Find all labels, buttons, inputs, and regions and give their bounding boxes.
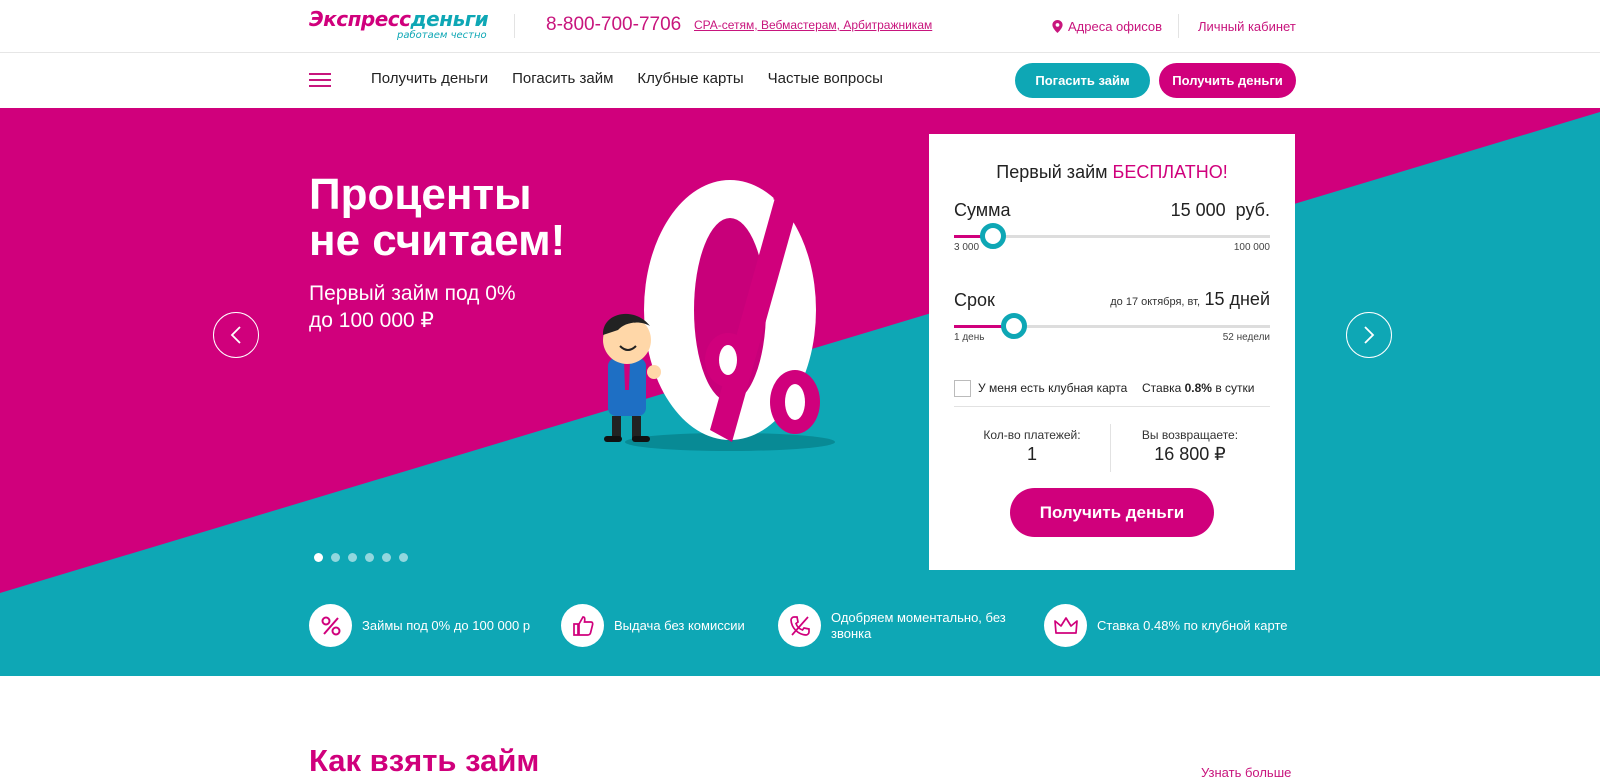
slider-dot[interactable] [331,553,340,562]
logo-part1: Экспресс [309,7,411,31]
top-bar: Экспрессденьги работаем честно 8-800-700… [0,0,1600,53]
offices-link-label: Адреса офисов [1068,19,1163,34]
term-slider[interactable] [954,313,1270,339]
divider [954,406,1270,407]
feature-item: Ставка 0.48% по клубной карте [1044,604,1287,647]
slider-dot[interactable] [365,553,374,562]
amount-min-label: 3 000 [954,242,980,253]
slider-dot[interactable] [382,553,391,562]
slider-next-arrow-icon[interactable] [1346,312,1392,358]
repay-loan-button[interactable]: Погасить займ [1015,63,1150,98]
feature-text: Займы под 0% до 100 000 р [362,617,531,633]
slider-prev-arrow-icon[interactable] [213,312,259,358]
thumbs-up-icon [561,604,604,647]
term-value-display: до 17 октября, вт, 15 дней [1110,289,1270,310]
divider [1178,14,1179,38]
hero-subtitle-line1: Первый займ под 0% [309,282,516,305]
offices-link[interactable]: Адреса офисов [1052,19,1162,34]
nav-menu: Получить деньги Погасить займ Клубные ка… [371,70,883,87]
zero-percent-illustration [602,180,835,451]
rate-prefix: Ставка [1142,381,1182,395]
slider-dot[interactable] [348,553,357,562]
phone-crossed-icon [778,604,821,647]
rate-info: Ставка 0.8% в сутки [1142,381,1254,395]
amount-slider-handle[interactable] [980,223,1007,249]
slider-dot[interactable] [399,553,408,562]
rate-value: 0.8% [1184,381,1212,395]
slider-dots [314,553,408,562]
nav-item-club-cards[interactable]: Клубные карты [637,70,743,87]
amount-unit: руб. [1235,200,1270,220]
payments-value: 1 [1026,444,1037,464]
hero-subtitle-line2: до 100 000 ₽ [309,309,434,332]
page: Экспрессденьги работаем честно 8-800-700… [0,0,1600,780]
slider-dot[interactable] [314,553,323,562]
cpa-partners-link[interactable]: CPA-сетям, Вебмастерам, Арбитражникам [694,18,932,32]
features-strip: Займы под 0% до 100 000 р Выдача без ком… [0,590,1600,676]
crown-icon [1044,604,1087,647]
hero-subtitle: Первый займ под 0% до 100 000 ₽ [309,280,516,334]
hero-title-line2: не считаем! [309,216,566,265]
club-card-checkbox[interactable] [954,380,971,397]
calculator-title-prefix: Первый займ [996,162,1108,182]
hamburger-menu-icon[interactable] [309,73,331,88]
return-value: 16 800 ₽ [1154,444,1226,464]
term-slider-handle[interactable] [1001,313,1028,339]
logo-part2: деньги [410,7,489,31]
feature-text: Ставка 0.48% по клубной карте [1097,617,1288,633]
logo-tagline: работаем честно [397,30,487,41]
nav-item-repay-loan[interactable]: Погасить займ [512,70,613,87]
term-max-label: 52 недели [1222,332,1270,343]
feature-item: Одобряем моментально, без звонка [778,604,1018,647]
club-card-label: У меня есть клубная карта [978,381,1128,395]
amount-slider[interactable] [954,223,1270,249]
return-label: Вы возвращаете: [1141,428,1239,442]
phone-number[interactable]: 8-800-700-7706 [546,14,681,36]
map-pin-icon [1052,20,1063,33]
term-label: Срок [954,290,995,310]
get-money-button[interactable]: Получить деньги [1159,63,1296,98]
amount-max-label: 100 000 [1233,242,1270,253]
nav-item-get-money[interactable]: Получить деньги [371,70,488,87]
calculator-title-highlight: БЕСПЛАТНО! [1112,162,1228,182]
personal-cabinet-link[interactable]: Личный кабинет [1198,19,1296,34]
amount-value-display: 15 000 руб. [1171,200,1270,221]
loan-calculator: Первый займ БЕСПЛАТНО! Сумма 15 000 руб.… [929,134,1295,570]
amount-value: 15 000 [1170,200,1226,220]
main-nav: Получить деньги Погасить займ Клубные ка… [0,53,1600,108]
payments-label: Кол-во платежей: [983,428,1081,442]
percent-icon [309,604,352,647]
term-value: 15 дней [1204,289,1270,309]
hero-title-line1: Проценты [309,170,532,219]
section-title: Как взять займ [309,743,540,778]
rate-suffix: в сутки [1215,381,1255,395]
feature-item: Выдача без комиссии [561,604,745,647]
calculator-title: Первый займ БЕСПЛАТНО! [929,162,1295,183]
term-min-label: 1 день [954,332,985,343]
amount-label: Сумма [954,200,1011,220]
divider [514,14,515,38]
term-date: до 17 октября, вт, [1110,296,1201,308]
feature-text: Выдача без комиссии [614,617,745,633]
feature-text: Одобряем моментально, без звонка [831,609,1006,641]
calculator-get-money-button[interactable]: Получить деньги [1010,488,1214,537]
nav-item-faq[interactable]: Частые вопросы [768,70,883,87]
learn-more-link[interactable]: Узнать больше [1201,765,1291,780]
hero-title: Проценты не считаем! [309,172,565,264]
feature-item: Займы под 0% до 100 000 р [309,604,530,647]
logo[interactable]: Экспрессденьги работаем честно [309,7,489,42]
